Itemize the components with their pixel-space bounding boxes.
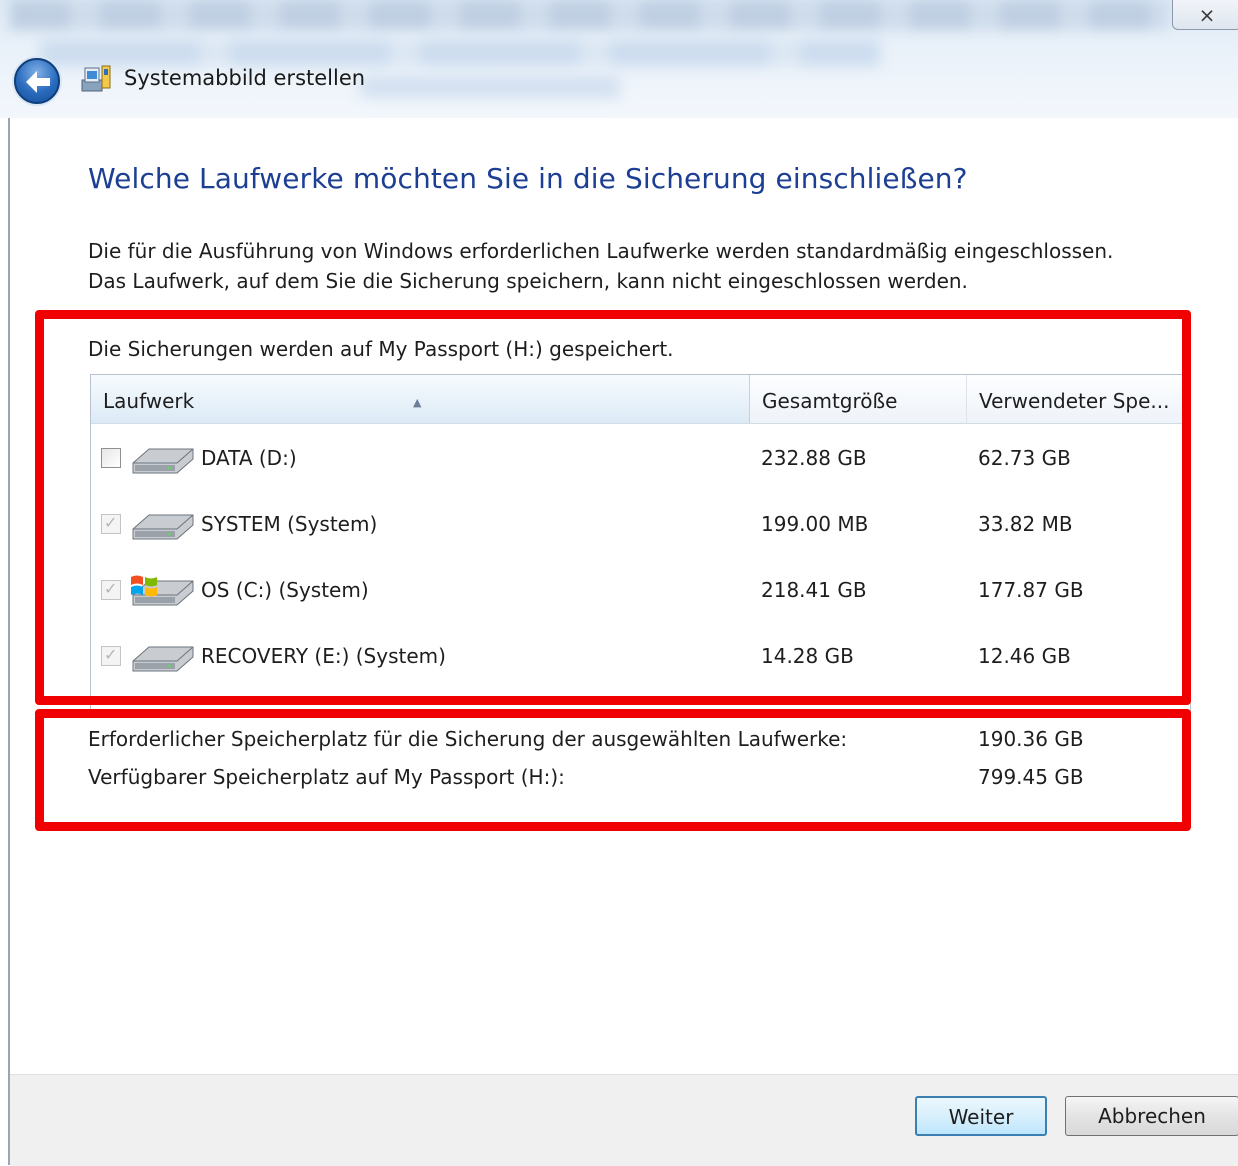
annotation-box [35,310,1191,705]
blurred-background [40,40,880,66]
cancel-button[interactable]: Abbrechen [1065,1096,1238,1136]
page-heading: Welche Laufwerke möchten Sie in die Sich… [88,162,968,195]
backup-icon [81,65,111,92]
annotation-box [35,709,1191,831]
description-line: Das Laufwerk, auf dem Sie die Sicherung … [88,269,968,293]
blurred-background [10,0,1170,30]
back-button[interactable] [14,58,60,104]
next-button[interactable]: Weiter [915,1096,1047,1136]
blurred-background [360,76,620,98]
button-bar: Weiter Abbrechen [10,1074,1238,1166]
close-button[interactable]: ⨯ [1172,0,1238,30]
back-arrow-icon [26,71,50,93]
title-bar: ⨯ Systemabbild erstellen [0,0,1238,118]
description-line: Die für die Ausführung von Windows erfor… [88,239,1114,263]
window-title: Systemabbild erstellen [124,66,366,90]
